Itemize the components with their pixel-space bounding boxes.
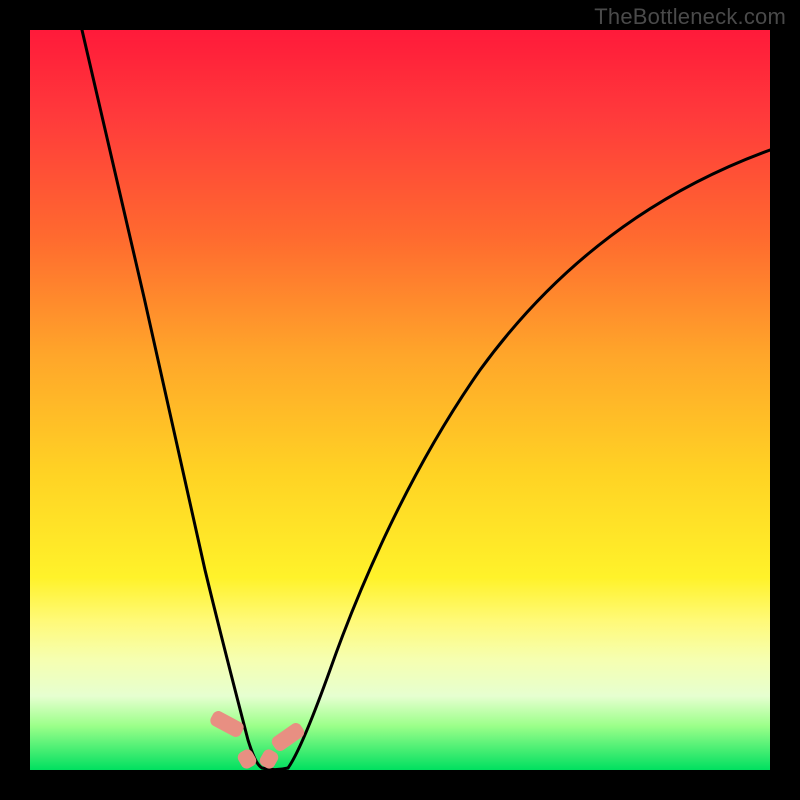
chart-plot-area	[30, 30, 770, 770]
watermark-text: TheBottleneck.com	[594, 4, 786, 30]
bottleneck-curve	[30, 30, 770, 770]
curve-left-branch	[82, 30, 262, 768]
curve-right-branch	[288, 150, 770, 768]
curve-valley	[262, 768, 288, 770]
